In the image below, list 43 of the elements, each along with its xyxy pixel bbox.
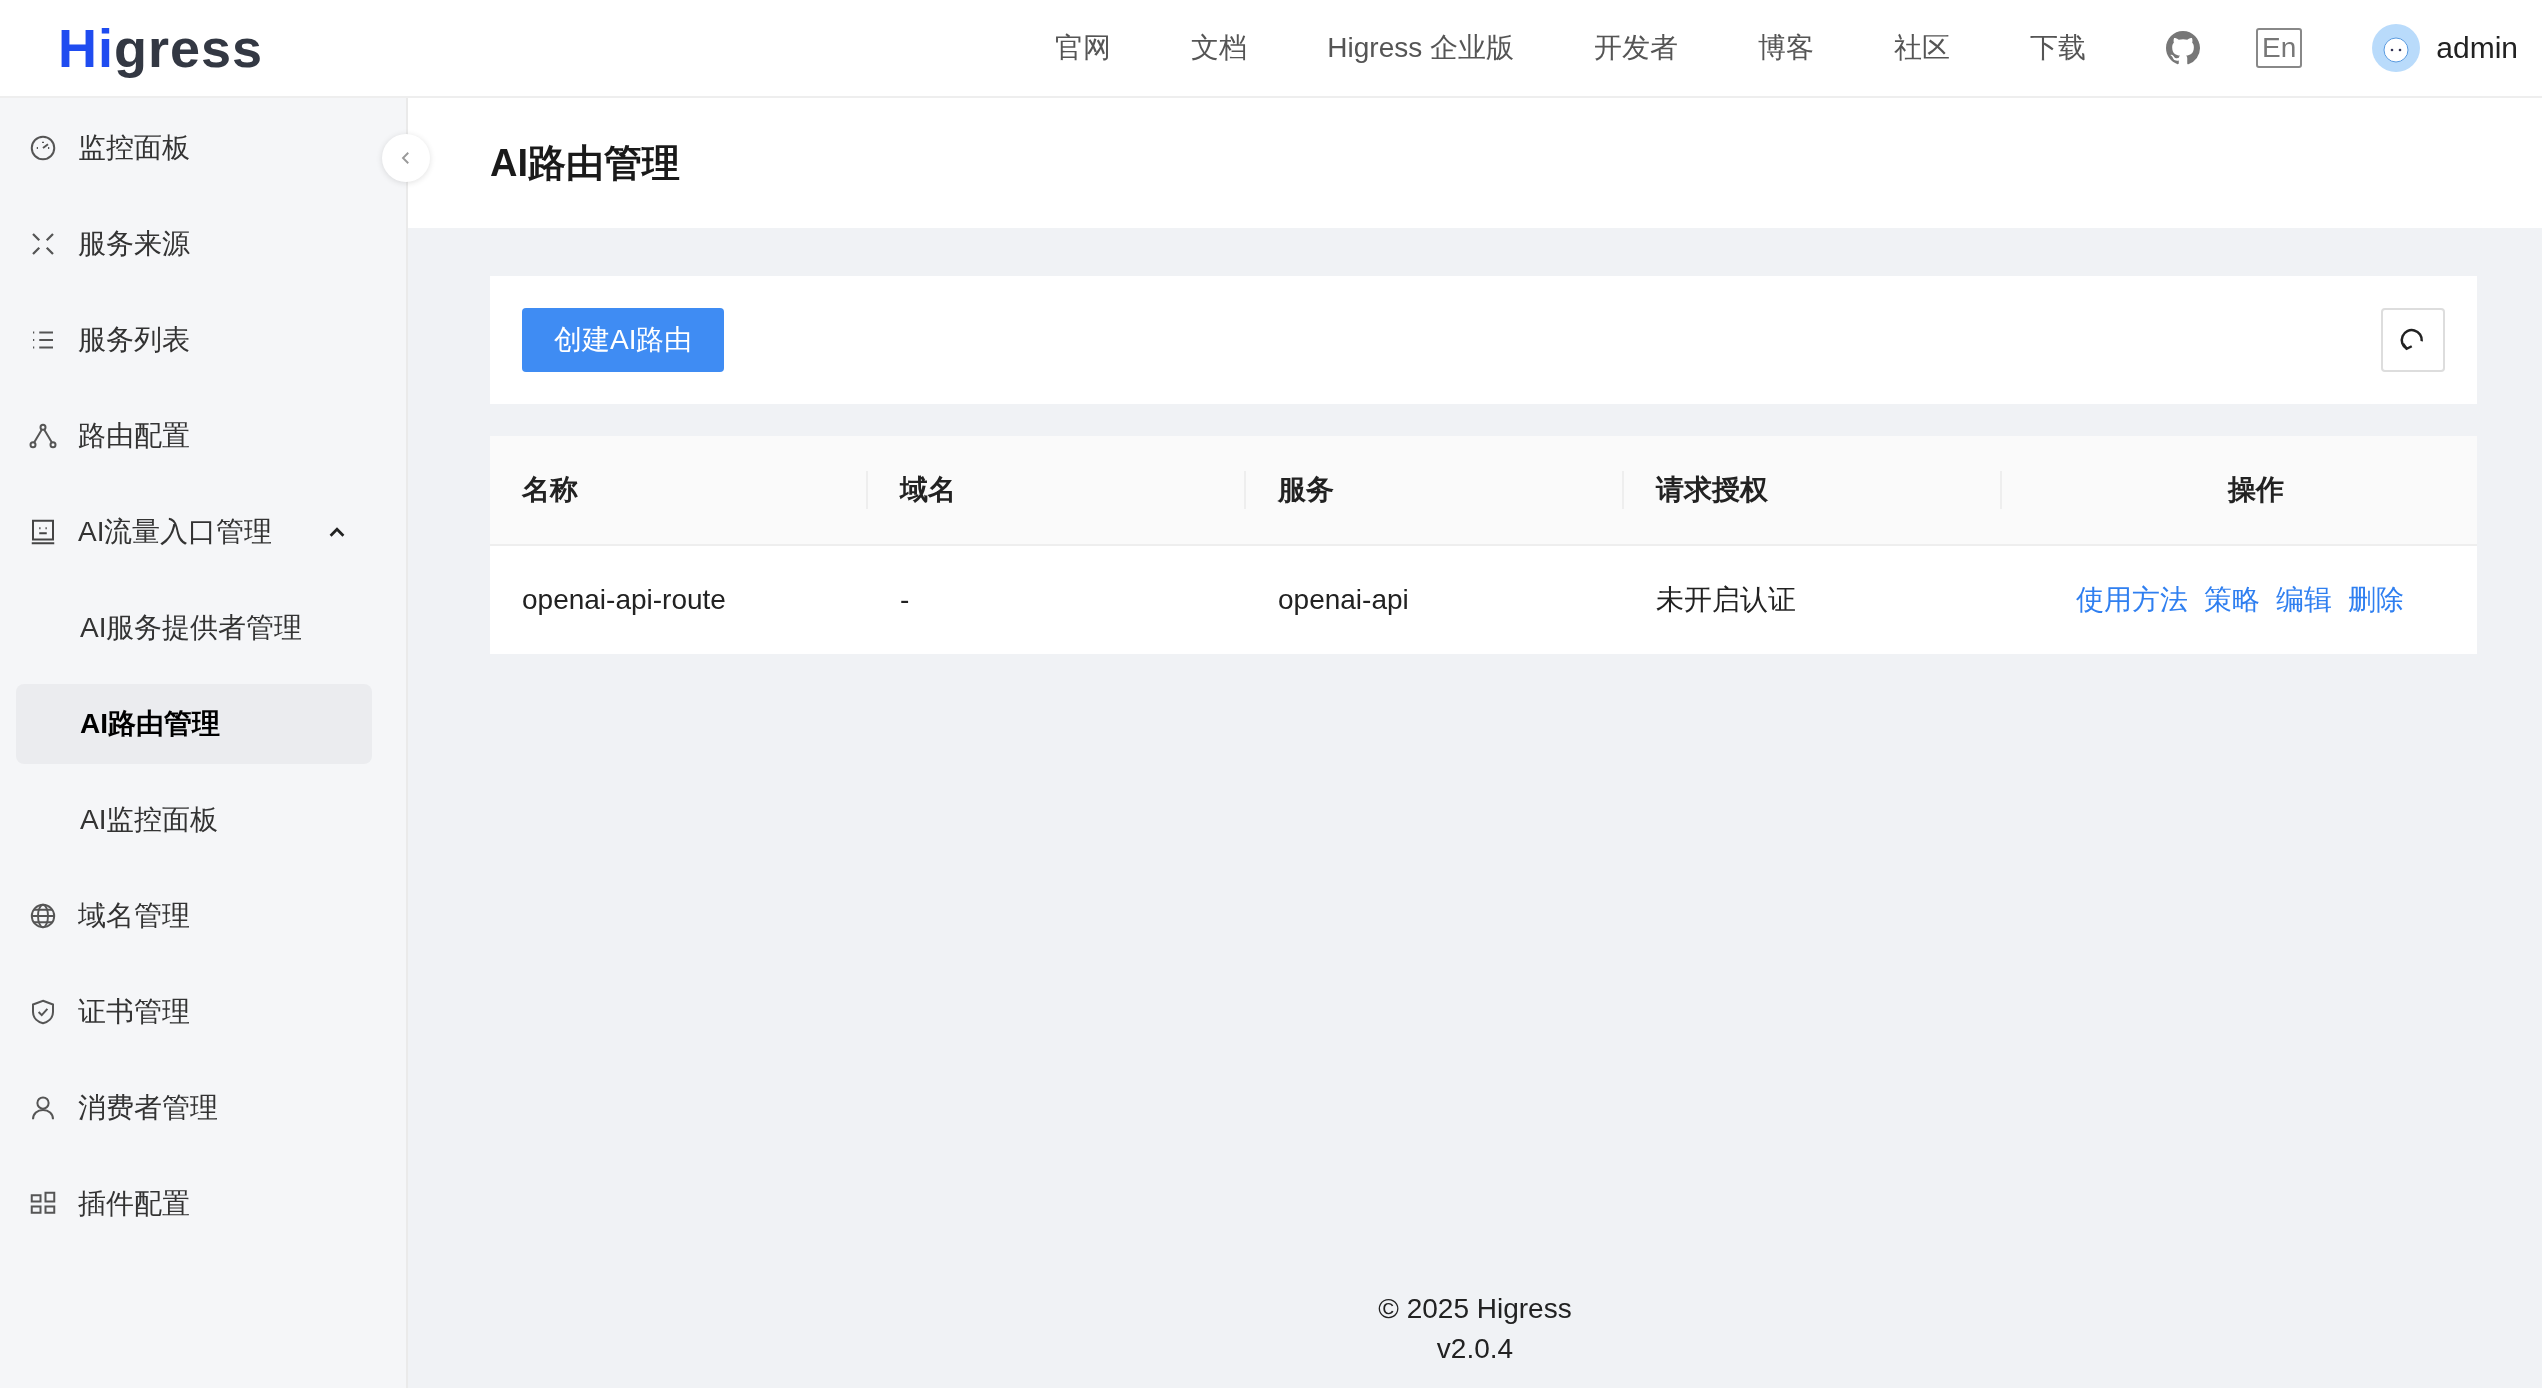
menu-item[interactable]: 服务来源 [16, 204, 372, 284]
github-icon[interactable] [2166, 31, 2201, 65]
language-button[interactable]: En [2256, 28, 2303, 68]
action-link[interactable]: 编辑 [2275, 581, 2332, 619]
column-header: 操作 [2226, 473, 2285, 507]
menu-item[interactable]: 监控面板 [16, 108, 372, 188]
menu-item[interactable]: 路由配置 [16, 396, 372, 476]
action-link[interactable]: 删除 [2347, 581, 2404, 619]
nav-link[interactable]: 官网 [1015, 29, 1152, 67]
table-cell-text: - [899, 584, 911, 616]
column-header: 请求授权 [1624, 471, 2002, 509]
refresh-button[interactable] [2381, 308, 2445, 372]
user-name[interactable]: admin [2436, 31, 2518, 65]
action-link[interactable]: 策略 [2203, 581, 2260, 619]
column-header: 名称 [490, 471, 868, 509]
copyright-text: © 2025 Higress [1378, 1293, 1572, 1325]
route-icon [28, 421, 58, 451]
table-cell-text: openai-api [1277, 584, 1410, 616]
logo[interactable]: Higress [58, 17, 264, 79]
nav-link[interactable]: 社区 [1854, 29, 1991, 67]
menu-item[interactable]: 域名管理 [16, 876, 372, 956]
action-link[interactable]: 使用方法 [2075, 581, 2188, 619]
column-header: 域名 [868, 471, 1246, 509]
globe-icon [28, 901, 58, 931]
menu-item[interactable]: 插件配置 [16, 1164, 372, 1244]
menu-item[interactable]: 消费者管理 [16, 1068, 372, 1148]
nav-link[interactable]: 下载 [1990, 29, 2127, 67]
menu-item[interactable]: 服务列表 [16, 300, 372, 380]
nav-link[interactable]: 文档 [1151, 29, 1288, 67]
version-text: v2.0.4 [1436, 1333, 1514, 1365]
menu-item[interactable]: 证书管理 [16, 972, 372, 1052]
nav-link[interactable]: 开发者 [1554, 29, 1719, 67]
submenu-item[interactable]: AI监控面板 [16, 780, 372, 860]
table-cell-text: openai-api-route [521, 584, 727, 616]
nav-link[interactable]: Higress 企业版 [1287, 29, 1555, 67]
submenu-item[interactable]: AI服务提供者管理 [16, 588, 372, 668]
table-cell-text: 未开启认证 [1655, 583, 1797, 617]
column-header: 服务 [1246, 471, 1624, 509]
nav-link[interactable]: 博客 [1718, 29, 1855, 67]
menu-item[interactable]: AI流量入口管理 [16, 492, 372, 572]
submenu-item[interactable]: AI路由管理 [16, 684, 372, 764]
page-title: AI路由管理 [490, 140, 680, 186]
dashboard-icon [28, 133, 58, 163]
